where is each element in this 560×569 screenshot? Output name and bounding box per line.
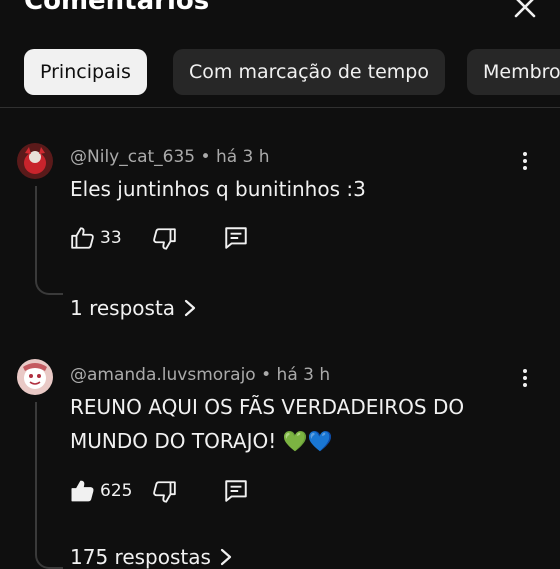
thread-line <box>35 186 63 295</box>
meta-separator: • <box>200 147 216 167</box>
close-button[interactable] <box>510 0 540 22</box>
thumbs-down-icon <box>153 228 176 250</box>
dislike-button[interactable] <box>151 479 177 505</box>
reply-icon <box>225 227 247 249</box>
comment-meta: @amanda.luvsmorajo • há 3 h <box>70 365 330 385</box>
filter-chips: Principais Com marcação de tempo Membros <box>0 48 560 98</box>
reply-button[interactable] <box>223 478 249 504</box>
chip-membros[interactable]: Membros <box>467 49 560 95</box>
thread-line <box>35 402 63 569</box>
like-button[interactable]: 33 <box>70 225 122 251</box>
view-replies-button[interactable]: 175 respostas <box>70 545 233 569</box>
avatar[interactable] <box>17 143 53 179</box>
chevron-right-icon <box>184 299 196 317</box>
avatar-image <box>17 143 53 179</box>
more-vert-icon <box>523 369 527 387</box>
thumbs-up-icon <box>71 480 94 502</box>
more-vert-icon <box>523 152 527 170</box>
comment-author[interactable]: @amanda.luvsmorajo <box>70 365 256 385</box>
thumbs-down-icon <box>153 481 176 503</box>
meta-separator: • <box>261 365 277 385</box>
replies-label: 175 respostas <box>70 545 211 569</box>
thumbs-up-icon <box>71 227 94 249</box>
comment-author[interactable]: @Nily_cat_635 <box>70 147 195 167</box>
panel-header: Comentários <box>0 0 560 30</box>
comment-meta: @Nily_cat_635 • há 3 h <box>70 147 270 167</box>
comment-text: REUNO AQUI OS FÃS VERDADEIROS DO MUNDO D… <box>70 395 465 453</box>
panel-title: Comentários <box>24 0 210 16</box>
avatar-image <box>17 359 53 395</box>
comment-time: há 3 h <box>276 365 331 385</box>
replies-label: 1 resposta <box>70 296 176 320</box>
like-count: 33 <box>100 228 122 248</box>
dislike-button[interactable] <box>151 226 177 252</box>
reply-button[interactable] <box>223 225 249 251</box>
reply-icon <box>225 480 247 502</box>
like-button[interactable]: 625 <box>70 478 132 504</box>
more-options-button[interactable] <box>513 366 537 390</box>
comment-text: Eles juntinhos q bunitinhos :3 <box>70 177 366 201</box>
close-icon <box>514 0 536 18</box>
avatar[interactable] <box>17 359 53 395</box>
more-options-button[interactable] <box>513 149 537 173</box>
comment-time: há 3 h <box>215 147 270 167</box>
view-replies-button[interactable]: 1 resposta <box>70 296 197 320</box>
chip-principais[interactable]: Principais <box>24 49 147 95</box>
header-divider <box>0 107 560 108</box>
chip-com-marcacao-de-tempo[interactable]: Com marcação de tempo <box>173 49 445 95</box>
like-count: 625 <box>100 481 133 501</box>
chevron-right-icon <box>220 548 232 566</box>
